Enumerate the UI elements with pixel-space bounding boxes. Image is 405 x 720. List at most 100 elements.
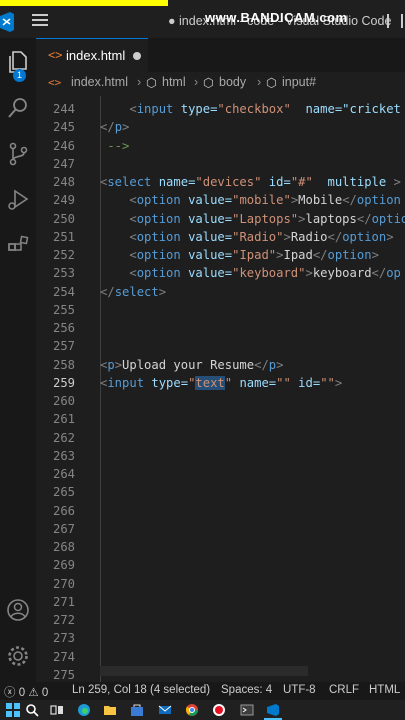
code-line[interactable]: 251 <option value="Radio">Radio</option>: [36, 228, 405, 246]
layout-toggle-icon[interactable]: [387, 14, 403, 28]
code-line[interactable]: 269: [36, 556, 405, 574]
code-line[interactable]: 271: [36, 593, 405, 611]
code-line[interactable]: 248 <select name="devices" id="#" multipl…: [36, 173, 405, 191]
terminal-icon[interactable]: [240, 703, 254, 717]
line-number: 258: [52, 357, 75, 372]
code-line[interactable]: 249 <option value="mobile">Mobile</optio…: [36, 191, 405, 209]
code-line[interactable]: 265: [36, 483, 405, 501]
code-line[interactable]: 262: [36, 429, 405, 447]
windows-start-icon[interactable]: [6, 703, 20, 717]
element-icon: ⬡: [203, 76, 214, 90]
task-view-icon[interactable]: [50, 703, 64, 717]
code-line[interactable]: 257: [36, 337, 405, 355]
code-line[interactable]: 244 <input type="checkbox" name="cricket: [36, 100, 405, 118]
store-icon[interactable]: [130, 703, 144, 717]
line-text: <select name="devices" id="#" multiple >: [100, 175, 401, 189]
title-bar: ● index.html - code - Visual Studio Code…: [0, 0, 405, 38]
tab-index-html[interactable]: <> index.html: [36, 38, 148, 73]
line-number: 247: [52, 156, 75, 171]
code-line[interactable]: 266: [36, 502, 405, 520]
chevron-right-icon: ›: [137, 75, 142, 89]
breadcrumb-body[interactable]: body: [219, 75, 246, 89]
line-text: </select>: [100, 284, 167, 299]
code-line[interactable]: 267: [36, 520, 405, 538]
line-number: 261: [52, 412, 75, 427]
code-line[interactable]: 258 <p>Upload your Resume</p>: [36, 356, 405, 374]
code-line[interactable]: 259 <input type="text" name="" id="">: [36, 374, 405, 392]
line-text: <option value="mobile">Mobile</option: [129, 193, 401, 208]
mail-icon[interactable]: [158, 703, 172, 717]
breadcrumb-file[interactable]: index.html: [71, 75, 128, 89]
extensions-icon[interactable]: [0, 228, 36, 264]
run-debug-icon[interactable]: [0, 182, 36, 218]
line-text: <p>Upload your Resume</p>: [100, 357, 284, 372]
line-number: 271: [52, 594, 75, 609]
indentation[interactable]: Spaces: 4: [221, 684, 272, 696]
code-line[interactable]: 250 <option value="Laptops">laptops</opt…: [36, 210, 405, 228]
code-line[interactable]: 268: [36, 538, 405, 556]
record-icon[interactable]: [212, 703, 226, 717]
language-mode[interactable]: HTML: [369, 684, 400, 696]
search-icon[interactable]: [25, 703, 39, 717]
account-icon[interactable]: [0, 592, 36, 628]
line-number: 248: [52, 175, 75, 189]
code-line[interactable]: 273: [36, 629, 405, 647]
breadcrumb-input[interactable]: input#: [282, 75, 316, 89]
search-icon[interactable]: [0, 90, 36, 126]
line-text: -->: [100, 138, 130, 153]
line-number: 273: [52, 631, 75, 646]
menu-icon[interactable]: [32, 14, 48, 26]
editor-tab-bar: <> index.html: [36, 38, 405, 73]
explorer-icon[interactable]: 1: [0, 44, 36, 82]
code-line[interactable]: 260: [36, 392, 405, 410]
breadcrumb-html[interactable]: html: [162, 75, 186, 89]
line-number: 249: [52, 193, 75, 208]
problems-indicator[interactable]: ⓧ 0 ⚠ 0: [4, 684, 48, 700]
code-line[interactable]: 263: [36, 447, 405, 465]
cursor-position[interactable]: Ln 259, Col 18 (4 selected): [72, 684, 210, 696]
line-number: 269: [52, 558, 75, 573]
line-number: 275: [52, 667, 75, 682]
line-number: 260: [52, 394, 75, 408]
explorer-badge: 1: [13, 69, 26, 82]
line-text: <option value="Ipad">Ipad</option>: [129, 248, 379, 262]
horizontal-scrollbar[interactable]: [100, 666, 308, 676]
chrome-icon[interactable]: [185, 703, 199, 717]
bandicam-watermark: www.BANDICAM.com: [205, 10, 348, 25]
code-line[interactable]: 253 <option value="keyboard">keyboard</o…: [36, 264, 405, 282]
chevron-right-icon: ›: [257, 75, 262, 89]
code-line[interactable]: 247: [36, 155, 405, 173]
html-file-icon: <>: [48, 48, 63, 62]
settings-gear-icon[interactable]: [0, 638, 36, 674]
file-explorer-icon[interactable]: [103, 703, 117, 717]
encoding[interactable]: UTF-8: [283, 684, 316, 696]
code-line[interactable]: 272: [36, 611, 405, 629]
line-number: 244: [52, 102, 75, 116]
code-line[interactable]: 270: [36, 575, 405, 593]
code-line[interactable]: 261: [36, 410, 405, 428]
code-line[interactable]: 256: [36, 319, 405, 337]
code-line[interactable]: 252 <option value="Ipad">Ipad</option>: [36, 246, 405, 264]
status-bar: ⓧ 0 ⚠ 0 Ln 259, Col 18 (4 selected) Spac…: [0, 682, 405, 700]
code-line[interactable]: 246 -->: [36, 137, 405, 155]
code-line[interactable]: 264: [36, 465, 405, 483]
line-number: 252: [52, 248, 75, 262]
line-number: 246: [52, 138, 75, 153]
error-icon: ⓧ: [4, 687, 16, 699]
code-line[interactable]: 254 </select>: [36, 283, 405, 301]
line-number: 270: [52, 576, 75, 591]
line-number: 256: [52, 321, 75, 335]
code-editor[interactable]: 244 <input type="checkbox" name="cricket…: [36, 96, 405, 682]
code-line[interactable]: 255: [36, 301, 405, 319]
edge-icon[interactable]: [77, 703, 91, 717]
line-ending[interactable]: CRLF: [329, 684, 359, 696]
code-line[interactable]: 245 </p>: [36, 118, 405, 136]
unsaved-dot-icon[interactable]: [133, 52, 141, 60]
code-line[interactable]: 274: [36, 648, 405, 666]
vscode-icon[interactable]: [266, 703, 280, 717]
source-control-icon[interactable]: [0, 136, 36, 172]
line-number: 250: [52, 211, 75, 226]
activity-bar: 1: [0, 38, 36, 682]
line-number: 265: [52, 485, 75, 500]
tab-label: index.html: [66, 48, 126, 63]
